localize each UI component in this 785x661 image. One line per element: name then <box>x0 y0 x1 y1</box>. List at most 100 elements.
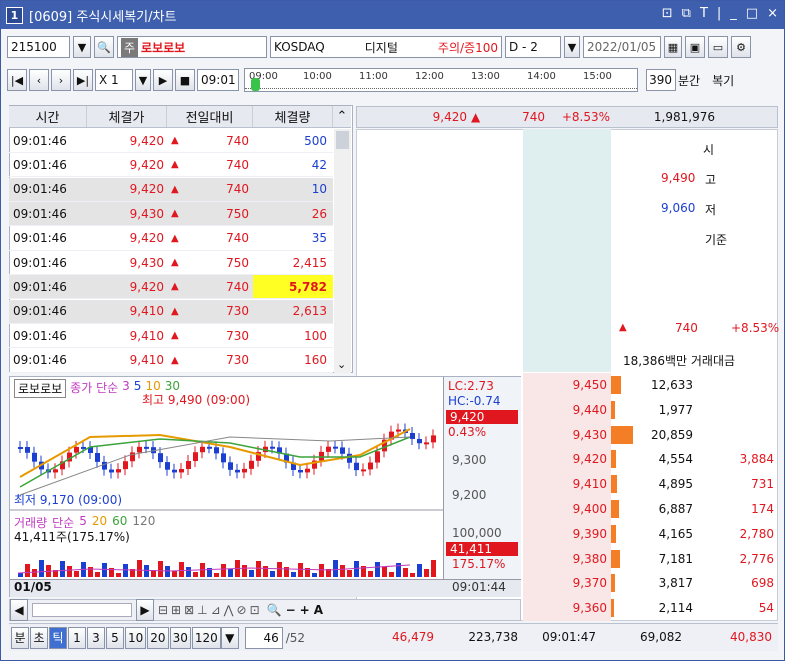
tab-7[interactable]: 20 <box>147 626 169 649</box>
restore-icon[interactable]: ⊡ <box>662 6 673 21</box>
stock-toolbar: 215100 ▼ 🔍 주 로보로보 KOSDAQ 디지털 주의/증100 D -… <box>7 35 778 59</box>
tick-time: 09:01:46 <box>13 304 67 319</box>
scroll-left-icon[interactable]: ◀ <box>10 599 28 621</box>
tick-row[interactable]: 09:01:46 9,420 ▲ 740 5,782 <box>9 275 333 300</box>
first-icon[interactable]: |◀ <box>7 69 27 91</box>
tab-0[interactable]: 분 <box>11 626 29 649</box>
tick-row[interactable]: 09:01:46 9,430 ▲ 750 2,415 <box>9 251 333 275</box>
tab-3[interactable]: 1 <box>68 626 86 649</box>
tick-row[interactable]: 09:01:46 9,420 ▲ 740 42 <box>9 153 333 178</box>
gear-icon[interactable]: ⚙ <box>731 36 751 58</box>
tick-row[interactable]: 09:01:46 9,410 ▲ 730 160 <box>9 349 333 373</box>
bid-row[interactable]: 9,430 20,859 <box>523 423 778 447</box>
bid-row[interactable]: 9,410 4,895 731 <box>523 472 778 496</box>
bid-price: 9,410 <box>572 477 607 492</box>
bid-row[interactable]: 9,420 4,554 3,884 <box>523 447 778 471</box>
prev-icon[interactable]: ‹ <box>29 69 49 91</box>
tick-price: 9,420 <box>129 133 164 148</box>
zoom-in-icon[interactable]: + <box>300 603 310 617</box>
calendar-icon[interactable]: ▦ <box>664 36 682 58</box>
zoom-out-icon[interactable]: − <box>286 603 296 617</box>
tick-row[interactable]: 09:01:46 9,420 ▲ 740 35 <box>9 227 333 251</box>
playback-toolbar: |◀ ‹ › ▶| X 1 ▼ ▶ ■ 09:01 09:00 10:00 11… <box>7 67 778 93</box>
bid-qty: 7,181 <box>611 547 697 571</box>
replay-label: 복기 <box>712 73 735 88</box>
slider-knob[interactable] <box>251 78 260 91</box>
title-bar: 1 [0609] 주식시세복기/차트 ⊡ ⧉ T | _ □ × <box>1 1 784 29</box>
page-field[interactable]: 46 <box>244 626 283 649</box>
volume-note: 41,411주(175.17%) <box>14 530 130 544</box>
tab-1[interactable]: 초 <box>30 626 48 649</box>
minimize-icon[interactable]: _ <box>730 6 737 21</box>
scroll-up-icon[interactable]: ⌃ <box>333 106 351 127</box>
tab-dropdown-icon[interactable]: ▼ <box>220 626 239 649</box>
bid-right-qty <box>697 423 778 447</box>
interval-field[interactable]: 390 <box>646 69 676 91</box>
bid-row[interactable]: 9,380 7,181 2,776 <box>523 547 778 571</box>
tick-volume: 35 <box>311 231 327 246</box>
last-icon[interactable]: ▶| <box>73 69 93 91</box>
tab-8[interactable]: 30 <box>169 626 191 649</box>
bid-row[interactable]: 9,400 6,887 174 <box>523 497 778 521</box>
high-note: 최고 9,490 (09:00) <box>142 393 251 407</box>
tab-6[interactable]: 10 <box>125 626 147 649</box>
date-field[interactable]: 2022/01/05 <box>583 36 661 58</box>
close-icon[interactable]: × <box>767 6 778 21</box>
info-rate: +8.53% <box>731 321 780 335</box>
bid-price: 9,400 <box>572 502 607 516</box>
up-arrow-icon: ▲ <box>619 322 627 333</box>
stop-icon[interactable]: ■ <box>175 69 195 91</box>
tick-time: 09:01:46 <box>13 328 67 343</box>
bid-qty-value: 3,817 <box>658 576 693 591</box>
tab-5[interactable]: 5 <box>106 626 124 649</box>
bid-row[interactable]: 9,450 12,633 <box>523 373 778 397</box>
price-chart[interactable]: 로보로보 종가 단순 3 5 10 30 최고 9,490 (09:00) 최저… <box>9 376 521 597</box>
bid-bar <box>611 376 621 394</box>
bid-row[interactable]: 9,390 4,165 2,780 <box>523 522 778 546</box>
drawing-tools-icon[interactable]: ⊟⊞⊠⊥⊿⋀⊘⊡ <box>158 603 263 617</box>
code-dropdown-icon[interactable]: ▼ <box>73 36 91 58</box>
scroll-right-icon[interactable]: ▶ <box>136 599 154 621</box>
font-icon[interactable]: T <box>700 6 708 21</box>
tick-row[interactable]: 09:01:46 9,410 ▲ 730 2,613 <box>9 299 333 324</box>
tab-4[interactable]: 3 <box>87 626 105 649</box>
tick-row[interactable]: 09:01:46 9,420 ▲ 740 10 <box>9 177 333 202</box>
save-icon[interactable]: ▣ <box>685 36 705 58</box>
period-select[interactable]: D - 2 <box>505 36 561 58</box>
chart-scroll[interactable] <box>32 603 132 617</box>
time-field[interactable]: 09:01 <box>197 69 239 91</box>
tab-2[interactable]: 틱 <box>49 626 67 649</box>
play-icon[interactable]: ▶ <box>153 69 173 91</box>
zoom-search-icon[interactable]: 🔍 <box>267 603 282 617</box>
tab-9[interactable]: 120 <box>191 626 221 649</box>
tile-icon[interactable]: ⧉ <box>682 6 691 21</box>
bid-qty: 1,977 <box>611 398 697 422</box>
search-icon[interactable]: 🔍 <box>94 36 114 58</box>
tick-volume: 100 <box>304 328 327 343</box>
folder-icon[interactable]: ▭ <box>708 36 728 58</box>
scroll-down-icon[interactable]: ⌄ <box>337 358 346 371</box>
tick-row[interactable]: 09:01:46 9,410 ▲ 730 100 <box>9 324 333 349</box>
speed-dropdown-icon[interactable]: ▼ <box>135 69 151 91</box>
base-label: 기준 <box>705 233 728 247</box>
tick-scrollbar[interactable]: ⌄ <box>334 129 351 373</box>
stock-code-input[interactable]: 215100 <box>7 36 70 58</box>
tick-row[interactable]: 09:01:46 9,420 ▲ 740 500 <box>9 129 333 153</box>
period-dropdown-icon[interactable]: ▼ <box>564 36 580 58</box>
bid-row[interactable]: 9,440 1,977 <box>523 398 778 422</box>
bid-row[interactable]: 9,360 2,114 54 <box>523 596 778 620</box>
time-slider[interactable]: 09:00 10:00 11:00 12:00 13:00 14:00 15:0… <box>244 68 638 92</box>
bid-row[interactable]: 9,370 3,817 698 <box>523 571 778 595</box>
bid-qty-value: 1,977 <box>658 402 693 417</box>
speed-select[interactable]: X 1 <box>95 69 133 91</box>
tick-price: 9,420 <box>129 182 164 197</box>
bid-price: 9,360 <box>572 601 607 616</box>
tick-volume: 2,613 <box>292 304 327 319</box>
total-ask: 223,738 <box>468 630 518 644</box>
font-size-icon[interactable]: A <box>314 603 323 617</box>
tick-diff-value: 730 <box>226 328 249 343</box>
maximize-icon[interactable]: □ <box>746 6 758 21</box>
scroll-thumb[interactable] <box>336 131 349 149</box>
tick-row[interactable]: 09:01:46 9,430 ▲ 750 26 <box>9 202 333 227</box>
next-icon[interactable]: › <box>51 69 71 91</box>
